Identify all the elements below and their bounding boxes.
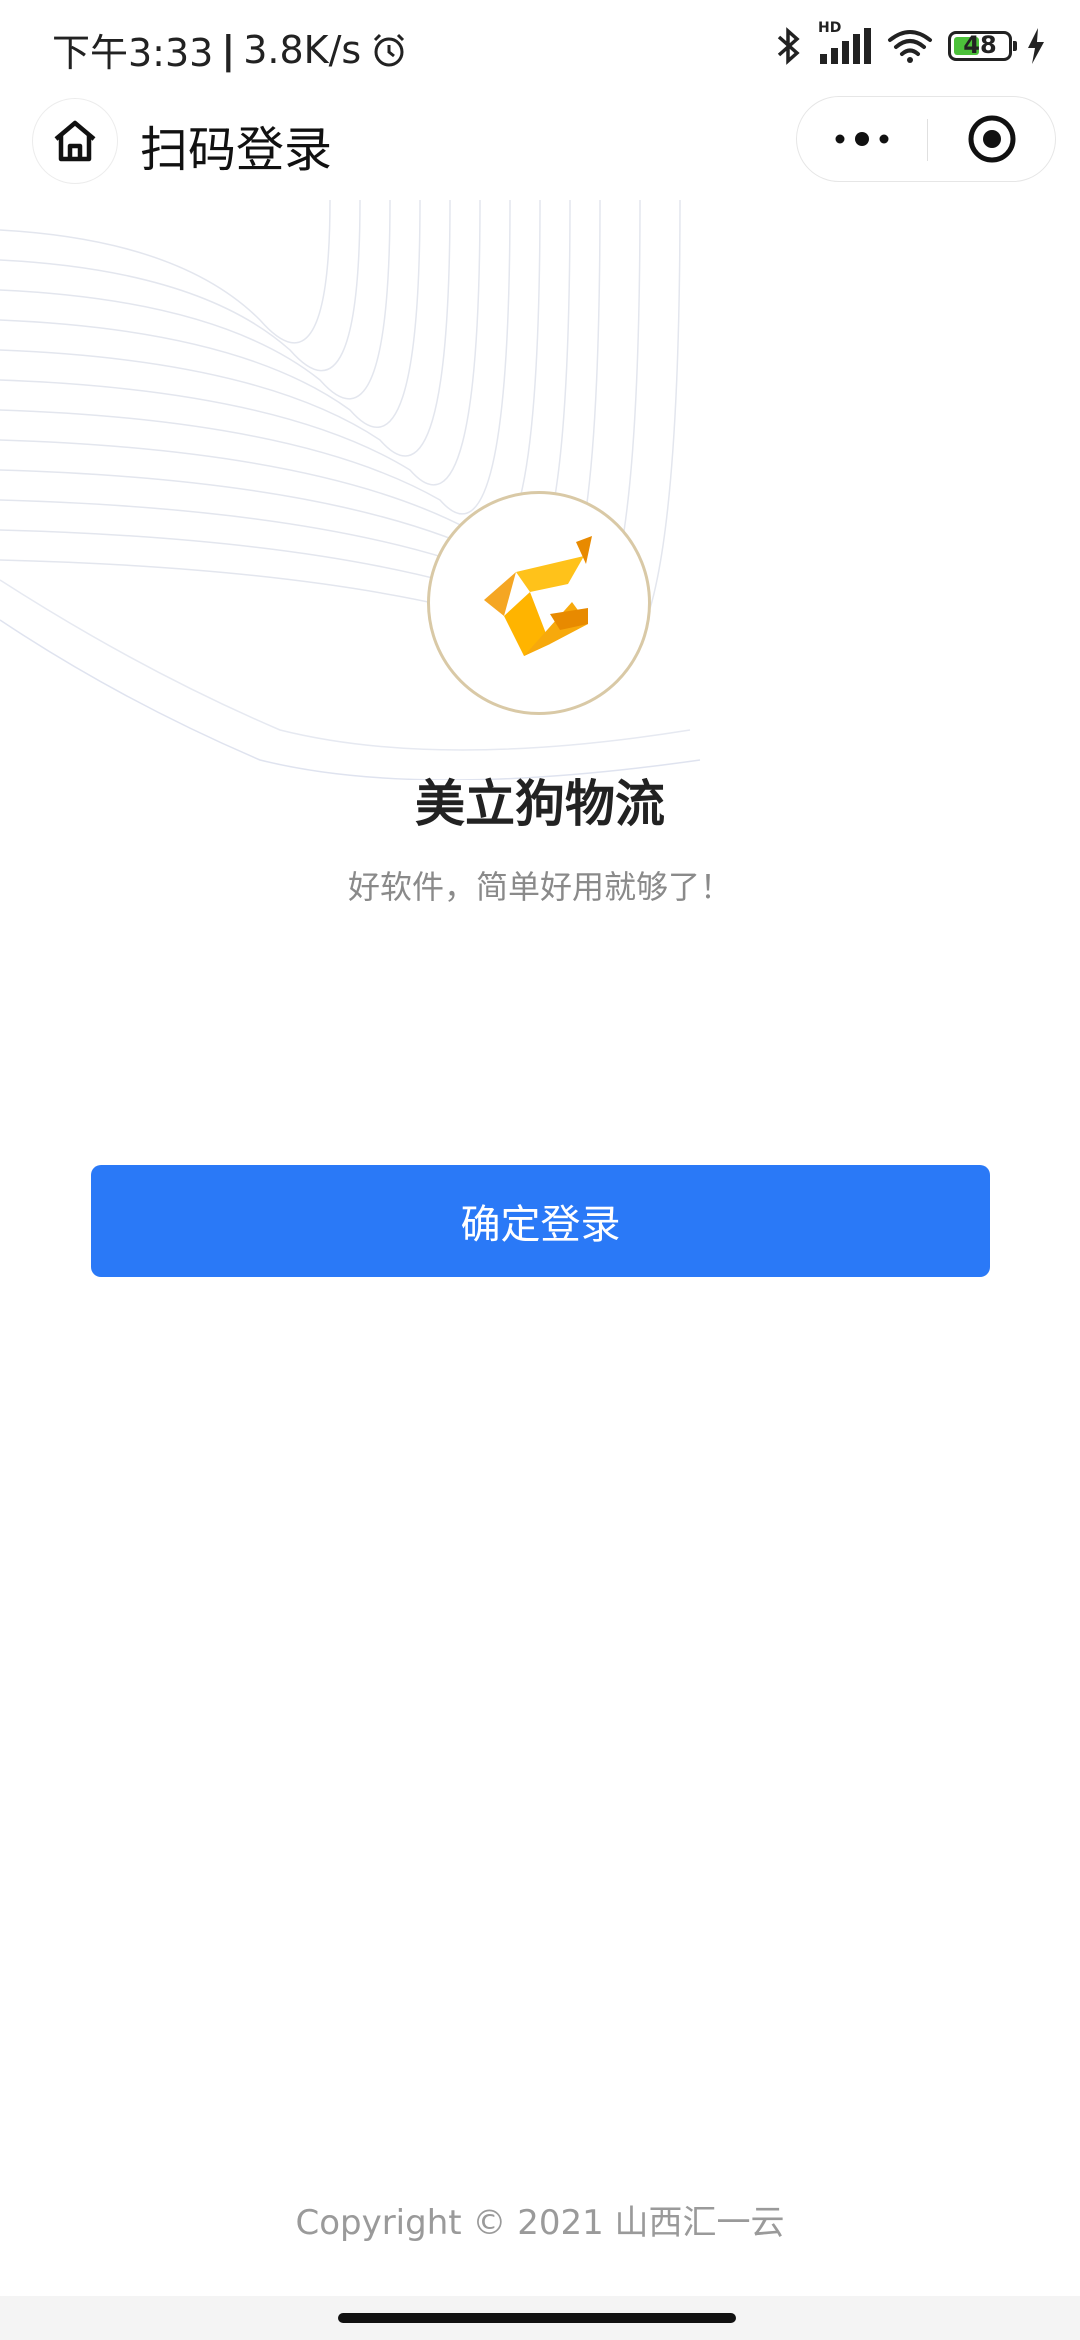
- close-target-icon: [968, 115, 1016, 163]
- scan-login-page: 下午3:33 | 3.8K/s HD 48 扫码登录 美立狗物流 好软件，简单好…: [0, 0, 1080, 2340]
- status-right: HD 48: [774, 20, 1046, 66]
- charging-bolt-icon: [1028, 28, 1044, 64]
- confirm-login-button[interactable]: 确定登录: [91, 1165, 990, 1277]
- close-button[interactable]: [928, 97, 1056, 181]
- home-indicator[interactable]: [338, 2313, 736, 2323]
- nav-bar: 扫码登录: [0, 92, 1080, 204]
- bluetooth-icon: [777, 27, 800, 65]
- network-speed: 3.8K/s: [243, 27, 362, 72]
- cellular-signal-icon: [820, 28, 871, 64]
- brand-name: 美立狗物流: [415, 775, 665, 833]
- more-dots-icon: [835, 132, 889, 146]
- status-bar: 下午3:33 | 3.8K/s HD 48: [0, 0, 1080, 92]
- mini-program-capsule: [796, 96, 1056, 182]
- alarm-clock-icon: [374, 33, 405, 66]
- signal-group: HD: [818, 20, 872, 66]
- brand-slogan: 好软件，简单好用就够了！: [347, 868, 732, 906]
- copyright-text: Copyright © 2021 山西汇一云: [295, 2203, 785, 2243]
- decorative-wave-lines: [0, 200, 701, 780]
- brand-logo: [427, 491, 651, 715]
- status-separator: |: [221, 27, 236, 72]
- status-left: 下午3:33 | 3.8K/s: [52, 22, 409, 77]
- wifi-icon: [888, 30, 932, 63]
- page-title: 扫码登录: [140, 122, 333, 178]
- home-button[interactable]: [32, 98, 118, 184]
- brand-logo-icon: [484, 536, 592, 656]
- status-time: 下午3:33: [52, 31, 214, 75]
- home-icon: [54, 120, 96, 162]
- more-button[interactable]: [797, 97, 927, 181]
- battery-icon: 48: [948, 31, 1017, 61]
- battery-level: 48: [963, 31, 997, 59]
